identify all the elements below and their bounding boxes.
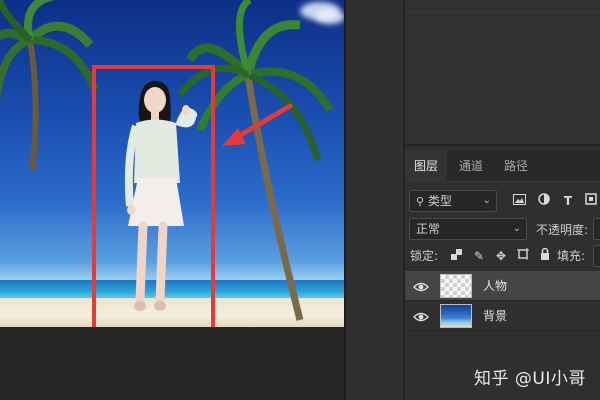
opacity-field[interactable] bbox=[593, 218, 600, 240]
layer-name: 背景 bbox=[483, 309, 508, 323]
lock-move-icon[interactable]: ✥ bbox=[493, 248, 509, 264]
arrow-annotation-icon bbox=[222, 103, 293, 146]
fill-label: 填充: bbox=[557, 249, 586, 263]
panel-tab-bar: 图层 通道 路径 bbox=[405, 150, 600, 182]
layer-name: 人物 bbox=[483, 279, 508, 293]
canvas-area[interactable] bbox=[0, 0, 346, 400]
layer-thumbnail bbox=[440, 274, 472, 298]
adjustment-filter-icon[interactable] bbox=[536, 193, 552, 209]
lock-row: 锁定: ✎ ✥ 填充: bbox=[405, 244, 600, 268]
blend-row: 正常 ⌄ 不透明度: bbox=[405, 216, 600, 242]
shape-filter-icon[interactable] bbox=[583, 193, 599, 209]
lock-artboard-icon[interactable] bbox=[515, 248, 531, 264]
lock-label: 锁定: bbox=[410, 249, 439, 263]
blend-mode-value: 正常 bbox=[416, 222, 441, 236]
lock-all-icon[interactable] bbox=[537, 247, 553, 264]
tab-paths[interactable]: 路径 bbox=[495, 150, 537, 182]
panel-dock-strip bbox=[346, 0, 405, 400]
document-image[interactable] bbox=[0, 0, 344, 327]
palm-tree-left bbox=[0, 0, 99, 171]
layers-panel-dock: 图层 通道 路径 ⚲ 类型 ⌄ T 正常 ⌄ 不透明度: 锁定: ✎ ✥ 填充:… bbox=[405, 0, 600, 400]
tab-layers[interactable]: 图层 bbox=[405, 150, 448, 182]
layer-row-person[interactable]: 人物 bbox=[405, 271, 600, 301]
fill-field[interactable] bbox=[593, 245, 600, 267]
divider bbox=[405, 12, 600, 13]
lock-paint-icon[interactable]: ✎ bbox=[471, 248, 487, 264]
highlight-box bbox=[92, 65, 215, 327]
image-filter-icon[interactable] bbox=[511, 193, 527, 209]
watermark: 知乎 @UI小哥 bbox=[474, 369, 586, 389]
canvas-pasteboard bbox=[0, 327, 346, 400]
blend-mode-select[interactable]: 正常 ⌄ bbox=[409, 218, 527, 240]
eye-icon[interactable] bbox=[413, 309, 429, 323]
search-icon: ⚲ bbox=[416, 195, 425, 208]
type-filter-icon[interactable]: T bbox=[560, 193, 576, 209]
upper-panel bbox=[405, 0, 600, 146]
filter-label: 类型 bbox=[427, 194, 452, 208]
chevron-down-icon: ⌄ bbox=[482, 195, 491, 206]
chevron-down-icon: ⌄ bbox=[512, 223, 521, 234]
opacity-label: 不透明度: bbox=[536, 223, 589, 237]
filter-row: ⚲ 类型 ⌄ T bbox=[405, 188, 600, 214]
lock-transparent-icon[interactable] bbox=[448, 248, 464, 264]
layer-row-background[interactable]: 背景 bbox=[405, 301, 600, 331]
tab-channels[interactable]: 通道 bbox=[450, 150, 492, 182]
eye-icon[interactable] bbox=[413, 279, 429, 293]
layer-thumbnail bbox=[440, 304, 472, 328]
layer-filter-select[interactable]: ⚲ 类型 ⌄ bbox=[409, 190, 497, 212]
